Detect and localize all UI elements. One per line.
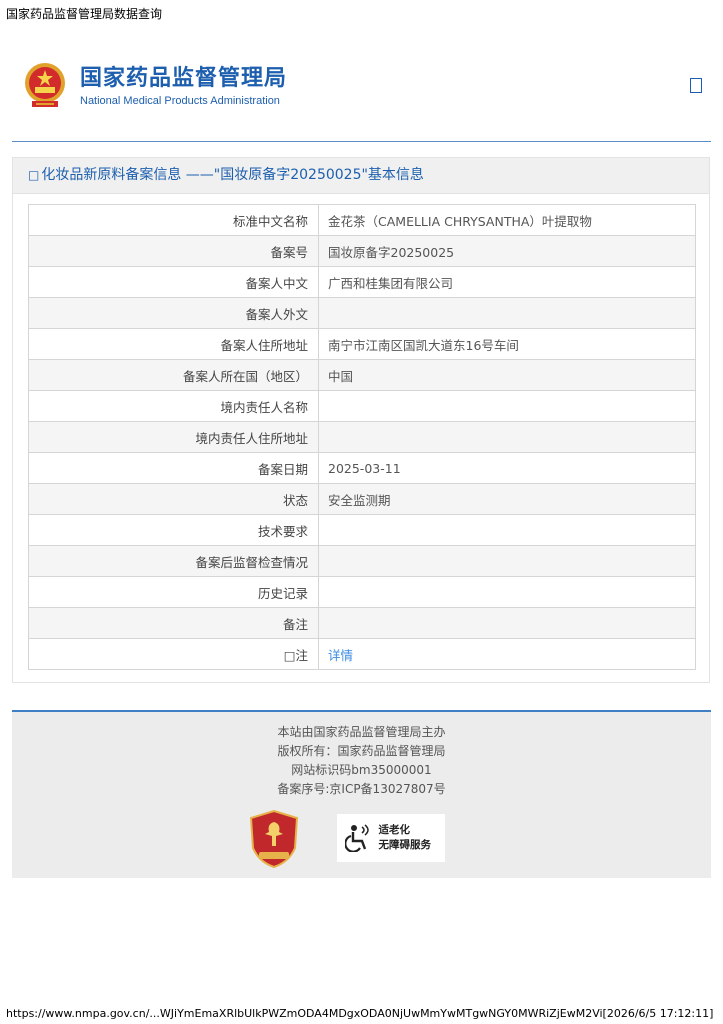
menu-placeholder-icon[interactable]: [690, 78, 702, 93]
detail-link[interactable]: 详情: [328, 648, 353, 663]
row-value: [318, 390, 696, 422]
row-label: 境内责任人住所地址: [28, 421, 319, 453]
print-footer-url: https://www.nmpa.gov.cn/...WJiYmEmaXRlbU…: [6, 1007, 714, 1020]
table-row: 备案人住所地址 南宁市江南区国凯大道东16号车间: [28, 328, 696, 360]
row-value: 中国: [318, 359, 696, 391]
row-value: [318, 576, 696, 608]
table-row: 备案后监督检查情况: [28, 545, 696, 577]
footer-sponsor: 本站由国家药品监督管理局主办: [277, 725, 446, 739]
site-logo[interactable]: 国家药品监督管理局 National Medical Products Admi…: [22, 58, 287, 114]
row-label: 标准中文名称: [28, 204, 319, 236]
table-row: 状态 安全监测期: [28, 483, 696, 515]
record-panel: □ 化妆品新原料备案信息 ——"国妆原备字20250025"基本信息 标准中文名称…: [12, 157, 710, 683]
row-value: [318, 607, 696, 639]
national-emblem-icon: [25, 63, 65, 107]
table-row: 备案号 国妆原备字20250025: [28, 235, 696, 267]
title-marker-icon: □: [28, 168, 40, 182]
row-value: 国妆原备字20250025: [318, 235, 696, 267]
panel-title: □ 化妆品新原料备案信息 ——"国妆原备字20250025"基本信息: [13, 158, 709, 194]
footer-icp[interactable]: 备案序号:京ICP备13027807号: [12, 780, 711, 799]
row-label: 备案号: [28, 235, 319, 267]
table-row: 历史记录: [28, 576, 696, 608]
site-footer: 本站由国家药品监督管理局主办 版权所有：国家药品监督管理局 网站标识码bm350…: [12, 710, 711, 878]
row-value: 广西和桂集团有限公司: [318, 266, 696, 298]
table-row: 备注: [28, 607, 696, 639]
wheelchair-icon: [344, 824, 369, 852]
record-table: 标准中文名称 金花茶（CAMELLIA CHRYSANTHA）叶提取物 备案号 国妆…: [28, 204, 696, 670]
panel-title-text: 化妆品新原料备案信息 ——"国妆原备字20250025"基本信息: [41, 167, 424, 183]
row-label: 备案人住所地址: [28, 328, 319, 360]
table-row: 备案日期 2025-03-11: [28, 452, 696, 484]
row-value: [318, 297, 696, 329]
row-value: 2025-03-11: [318, 452, 696, 484]
row-label: 备案人外文: [28, 297, 319, 329]
row-label: 备案人中文: [28, 266, 319, 298]
table-row: 境内责任人住所地址: [28, 421, 696, 453]
accessibility-service-badge[interactable]: 适老化 无障碍服务: [336, 814, 445, 862]
accessibility-line2: 无障碍服务: [378, 839, 432, 851]
accessibility-line1: 适老化: [378, 824, 411, 836]
footer-site-id: 网站标识码bm35000001: [291, 763, 432, 777]
print-header: 国家药品监督管理局数据查询: [6, 7, 163, 21]
row-value: [318, 421, 696, 453]
header-divider: [12, 141, 711, 142]
table-row: 备案人所在国（地区） 中国: [28, 359, 696, 391]
footer-copyright: 版权所有：国家药品监督管理局: [277, 744, 446, 758]
row-value: [318, 514, 696, 546]
table-row: 标准中文名称 金花茶（CAMELLIA CHRYSANTHA）叶提取物: [28, 204, 696, 236]
row-label: 历史记录: [28, 576, 319, 608]
table-row: 备案人中文 广西和桂集团有限公司: [28, 266, 696, 298]
row-label: 备注: [28, 607, 319, 639]
row-label: 备案后监督检查情况: [28, 545, 319, 577]
row-label: 备案人所在国（地区）: [28, 359, 319, 391]
table-row: 技术要求: [28, 514, 696, 546]
party-government-badge-icon[interactable]: [249, 810, 299, 868]
table-row-note: □注 详情: [28, 638, 696, 670]
row-value: 金花茶（CAMELLIA CHRYSANTHA）叶提取物: [318, 204, 696, 236]
row-label: 境内责任人名称: [28, 390, 319, 422]
row-label: 技术要求: [28, 514, 319, 546]
note-label: □注: [28, 638, 319, 670]
org-name-cn: 国家药品监督管理局: [80, 65, 288, 91]
table-row: 境内责任人名称: [28, 390, 696, 422]
row-value: 南宁市江南区国凯大道东16号车间: [318, 328, 696, 360]
row-value: 安全监测期: [318, 483, 696, 515]
row-label: 备案日期: [28, 452, 319, 484]
org-name-en: National Medical Products Administration: [80, 94, 280, 107]
row-value: [318, 545, 696, 577]
table-row: 备案人外文: [28, 297, 696, 329]
row-label: 状态: [28, 483, 319, 515]
